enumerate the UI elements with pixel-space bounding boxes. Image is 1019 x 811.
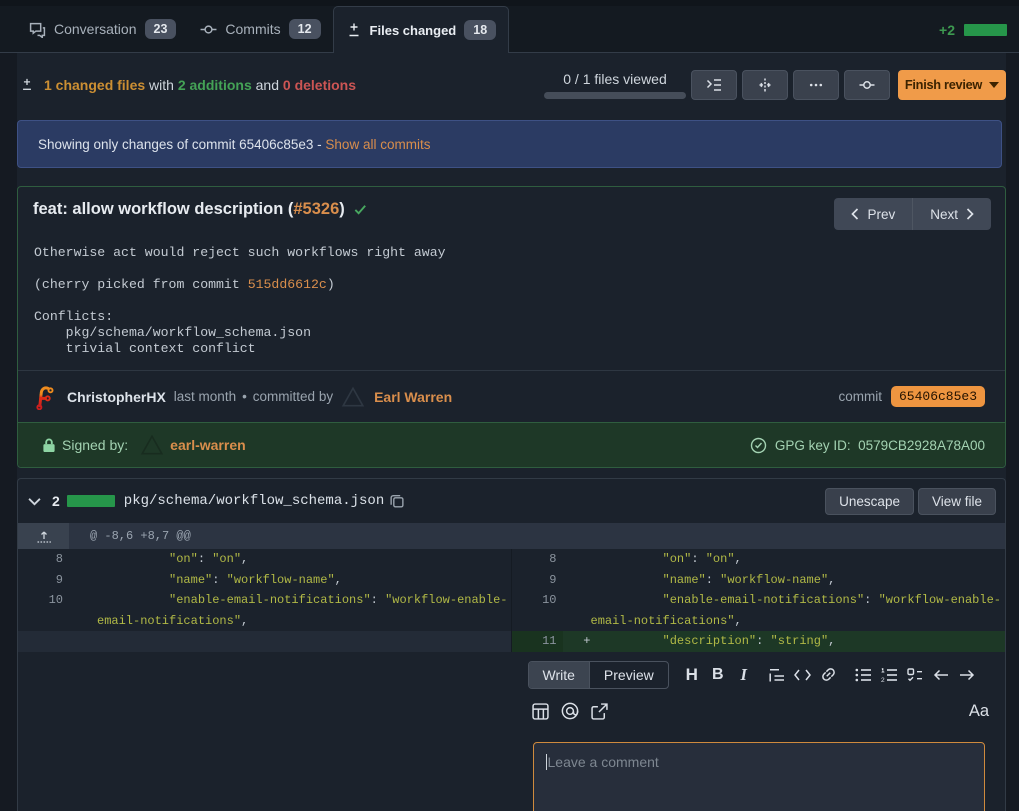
svg-text:2: 2 <box>881 676 885 681</box>
svg-text:1: 1 <box>881 668 885 675</box>
